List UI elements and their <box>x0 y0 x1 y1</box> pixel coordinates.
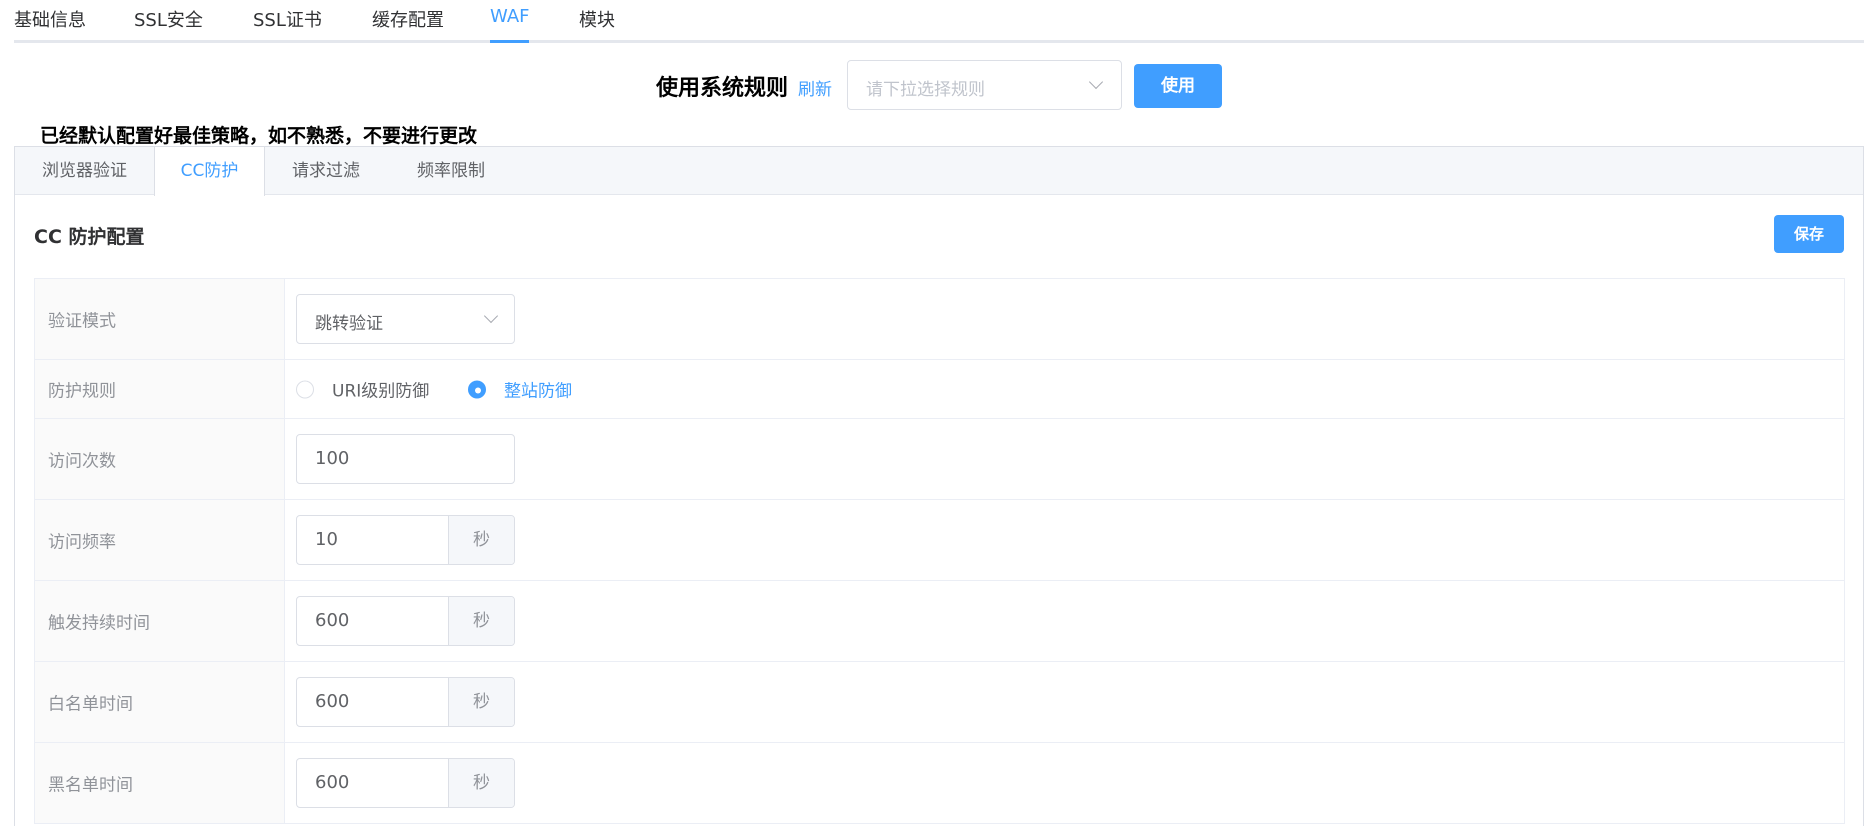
radio-uri-level[interactable]: URI级别防御 <box>296 377 429 402</box>
top-tabs: 基础信息 SSL安全 SSL证书 缓存配置 WAF 模块 <box>14 0 1864 43</box>
form-row-visit-rate: 访问频率 10 秒 <box>35 500 1844 581</box>
form-value-cell: 600 秒 <box>285 581 1844 661</box>
tab-waf[interactable]: WAF <box>490 6 529 27</box>
whitelist-time-label: 白名单时间 <box>48 694 133 715</box>
tab-cache-config[interactable]: 缓存配置 <box>372 6 444 32</box>
form-value-cell: 100 <box>285 419 1844 499</box>
visit-rate-input[interactable]: 10 <box>297 516 448 564</box>
whitelist-time-input-group: 600 秒 <box>296 677 515 727</box>
apply-rule-button[interactable]: 使用 <box>1134 64 1222 108</box>
blacklist-time-input-group: 600 秒 <box>296 758 515 808</box>
form-label-cell: 访问频率 <box>35 500 285 580</box>
form-row-protect-rule: 防护规则 URI级别防御 整站防御 <box>35 360 1844 419</box>
tab-rate-limit[interactable]: 频率限制 <box>396 147 506 196</box>
visit-count-input[interactable]: 100 <box>296 434 515 484</box>
radio-checked-icon <box>468 380 486 398</box>
tab-request-filter[interactable]: 请求过滤 <box>276 147 376 196</box>
rule-select-placeholder: 请下拉选择规则 <box>866 80 985 100</box>
rule-select[interactable]: 请下拉选择规则 <box>847 60 1122 110</box>
form-row-whitelist-time: 白名单时间 600 秒 <box>35 662 1844 743</box>
save-button[interactable]: 保存 <box>1774 215 1844 253</box>
tab-ssl-cert[interactable]: SSL证书 <box>253 6 322 32</box>
waf-card: 浏览器验证 CC防护 请求过滤 频率限制 CC 防护配置 保存 验证模式 跳转验… <box>14 146 1864 826</box>
radio-whole-site[interactable]: 整站防御 <box>468 377 572 402</box>
trigger-duration-input-group: 600 秒 <box>296 596 515 646</box>
form-row-blacklist-time: 黑名单时间 600 秒 <box>35 743 1844 824</box>
system-rule-title: 使用系统规则 <box>656 76 789 101</box>
form-value-cell: 跳转验证 <box>285 279 1844 359</box>
chevron-down-icon <box>483 308 499 324</box>
blacklist-time-label: 黑名单时间 <box>48 775 133 796</box>
form-label-cell: 触发持续时间 <box>35 581 285 661</box>
tab-browser-verify[interactable]: 浏览器验证 <box>15 147 154 196</box>
verify-mode-label: 验证模式 <box>48 311 116 332</box>
tab-basic-info[interactable]: 基础信息 <box>14 6 86 32</box>
chevron-down-icon <box>1088 74 1104 90</box>
form-row-visit-count: 访问次数 100 <box>35 419 1844 500</box>
radio-whole-site-label: 整站防御 <box>504 381 572 402</box>
seconds-unit: 秒 <box>448 516 514 564</box>
verify-mode-value: 跳转验证 <box>315 314 383 334</box>
form-label-cell: 白名单时间 <box>35 662 285 742</box>
form-row-trigger-duration: 触发持续时间 600 秒 <box>35 581 1844 662</box>
protect-rule-label: 防护规则 <box>48 381 116 402</box>
tab-cc-protect[interactable]: CC防护 <box>154 147 265 196</box>
active-tab-indicator <box>490 40 529 43</box>
refresh-link[interactable]: 刷新 <box>798 75 832 100</box>
tab-module[interactable]: 模块 <box>579 6 615 32</box>
verify-mode-select[interactable]: 跳转验证 <box>296 294 515 344</box>
form-label-cell: 验证模式 <box>35 279 285 359</box>
tab-ssl-security[interactable]: SSL安全 <box>134 6 203 32</box>
form-value-cell: URI级别防御 整站防御 <box>285 360 1844 418</box>
visit-rate-input-group: 10 秒 <box>296 515 515 565</box>
form-value-cell: 600 秒 <box>285 662 1844 742</box>
form-value-cell: 10 秒 <box>285 500 1844 580</box>
blacklist-time-input[interactable]: 600 <box>297 759 448 807</box>
form-value-cell: 600 秒 <box>285 743 1844 823</box>
sub-tabs: 浏览器验证 CC防护 请求过滤 频率限制 <box>15 147 1863 196</box>
trigger-duration-input[interactable]: 600 <box>297 597 448 645</box>
seconds-unit: 秒 <box>448 678 514 726</box>
form-label-cell: 黑名单时间 <box>35 743 285 823</box>
radio-uri-level-label: URI级别防御 <box>332 381 430 402</box>
seconds-unit: 秒 <box>448 759 514 807</box>
notice-text: 已经默认配置好最佳策略，如不熟悉，不要进行更改 <box>40 125 478 147</box>
form-label-cell: 访问次数 <box>35 419 285 499</box>
cc-form-table: 验证模式 跳转验证 防护规则 URI级别防御 整站防御 访问次数 100 访问频… <box>34 278 1845 824</box>
whitelist-time-input[interactable]: 600 <box>297 678 448 726</box>
radio-circle-icon <box>296 380 314 398</box>
form-row-verify-mode: 验证模式 跳转验证 <box>35 279 1844 360</box>
seconds-unit: 秒 <box>448 597 514 645</box>
visit-count-label: 访问次数 <box>48 451 116 472</box>
form-label-cell: 防护规则 <box>35 360 285 418</box>
visit-rate-label: 访问频率 <box>48 532 116 553</box>
trigger-duration-label: 触发持续时间 <box>48 613 150 634</box>
section-title: CC 防护配置 <box>34 226 145 248</box>
